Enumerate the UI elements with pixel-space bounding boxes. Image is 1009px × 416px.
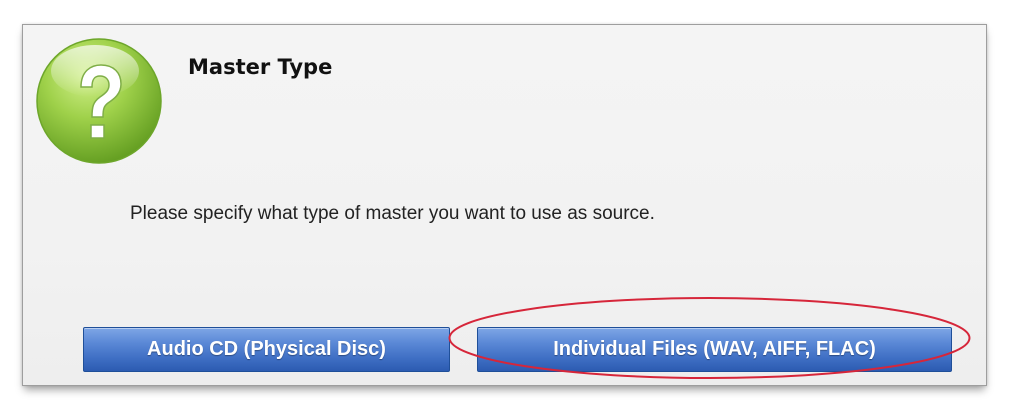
master-type-dialog: Master Type Please specify what type of … [22, 24, 987, 386]
dialog-message: Please specify what type of master you w… [130, 203, 655, 224]
dialog-title: Master Type [188, 55, 333, 79]
question-mark-icon [35, 37, 163, 165]
individual-files-button[interactable]: Individual Files (WAV, AIFF, FLAC) [477, 327, 952, 372]
audio-cd-button[interactable]: Audio CD (Physical Disc) [83, 327, 450, 372]
